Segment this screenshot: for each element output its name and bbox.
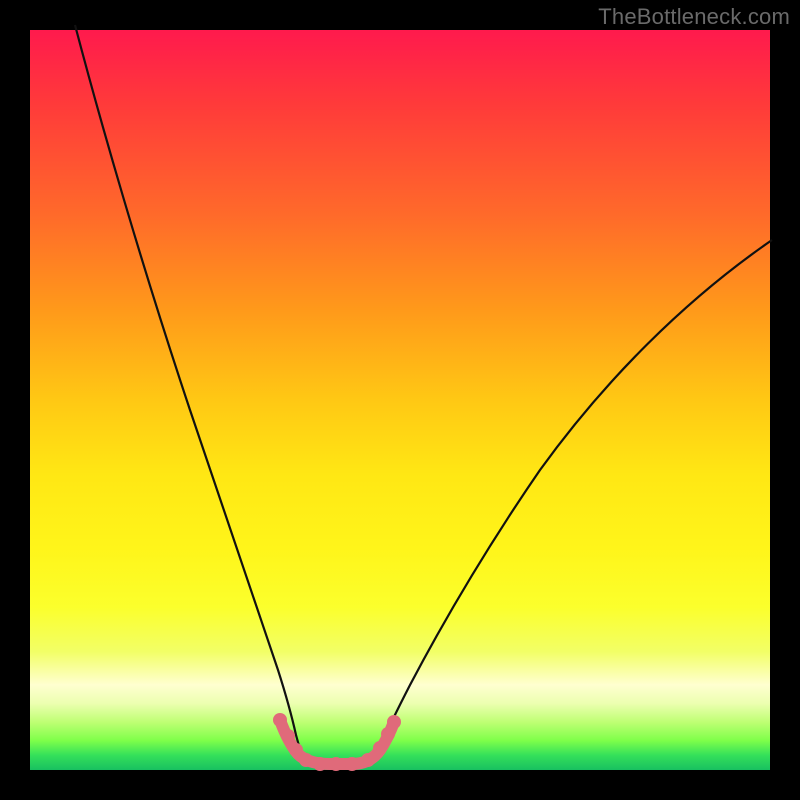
pink-dot xyxy=(381,727,395,741)
pink-dot xyxy=(289,743,303,757)
pink-dot xyxy=(329,757,343,771)
pink-dot xyxy=(281,729,295,743)
pink-dot xyxy=(273,713,287,727)
pink-dot xyxy=(345,757,359,771)
curve-layer xyxy=(30,30,770,770)
watermark-text: TheBottleneck.com xyxy=(598,4,790,30)
pink-dot xyxy=(373,741,387,755)
pink-dot xyxy=(313,757,327,771)
chart-frame: TheBottleneck.com xyxy=(0,0,800,800)
left-curve xyxy=(75,25,304,762)
right-curve xyxy=(374,240,772,762)
pink-dot xyxy=(299,753,313,767)
plot-area xyxy=(30,30,770,770)
pink-dot xyxy=(387,715,401,729)
pink-dot xyxy=(361,753,375,767)
